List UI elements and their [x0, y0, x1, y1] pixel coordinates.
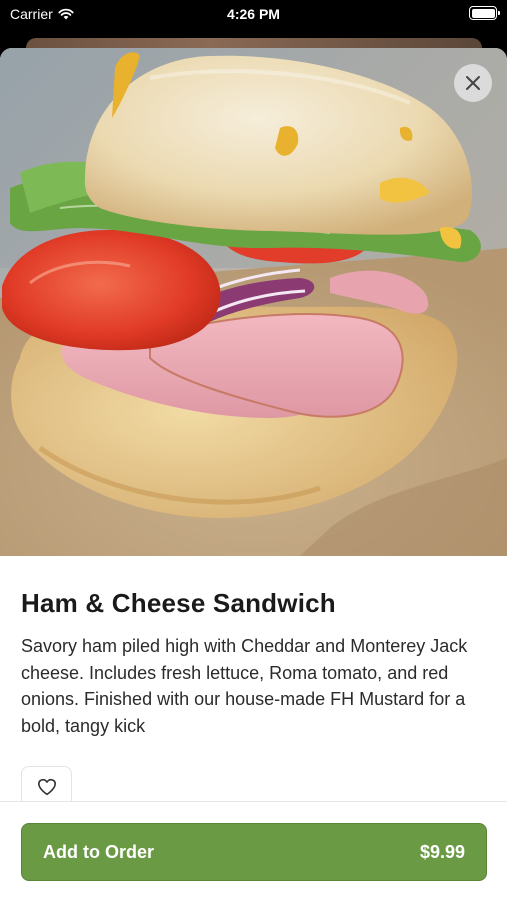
item-info: Ham & Cheese Sandwich Savory ham piled h…	[21, 588, 487, 739]
add-to-order-button[interactable]: Add to Order $9.99	[21, 823, 487, 881]
order-footer: Add to Order $9.99	[0, 801, 507, 900]
item-detail-sheet: Ham & Cheese Sandwich Savory ham piled h…	[0, 48, 507, 900]
status-time: 4:26 PM	[227, 6, 280, 22]
status-bar: Carrier 4:26 PM	[0, 0, 507, 36]
close-button[interactable]	[454, 64, 492, 102]
item-description: Savory ham piled high with Cheddar and M…	[21, 636, 468, 736]
item-photo	[0, 48, 507, 556]
battery-icon	[469, 6, 500, 20]
favorite-button[interactable]	[21, 766, 72, 806]
close-icon	[466, 76, 480, 90]
heart-outline-icon	[37, 778, 56, 795]
add-to-order-label: Add to Order	[43, 841, 154, 862]
item-price: $9.99	[419, 841, 465, 862]
sandwich-photo	[0, 48, 507, 556]
item-title: Ham & Cheese Sandwich	[21, 588, 336, 618]
